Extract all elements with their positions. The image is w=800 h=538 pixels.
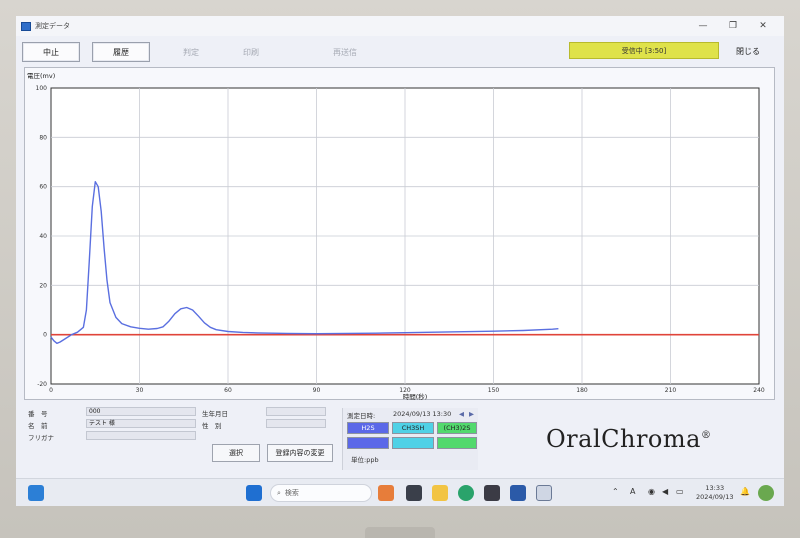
copilot-tray-icon[interactable] [758,485,774,501]
battery-icon[interactable]: ▭ [676,487,684,496]
y-tick-label: 0 [43,332,47,339]
next-measurement-icon[interactable]: ▶ [469,410,474,418]
file-explorer-icon[interactable] [432,485,448,501]
store-icon[interactable] [484,485,500,501]
logo-text: OralChroma [546,425,701,453]
stop-button[interactable]: 中止 [22,42,80,62]
x-tick-label: 210 [665,387,677,394]
x-tick-label: 240 [753,387,765,394]
search-placeholder: 検索 [284,489,299,497]
close-window-icon[interactable]: ✕ [748,16,778,36]
window-controls: — ❐ ✕ [688,16,778,36]
birth-field [266,407,326,416]
oralchroma-app-icon[interactable] [536,485,552,501]
history-button[interactable]: 履歴 [92,42,150,62]
start-icon[interactable] [246,485,262,501]
outlook-icon[interactable] [510,485,526,501]
close-button[interactable]: 閉じる [728,42,768,60]
copilot-icon[interactable] [378,485,394,501]
print-button[interactable]: 印刷 [222,42,280,62]
y-tick-label: 100 [36,85,48,92]
widgets-icon[interactable] [28,485,44,501]
oralchroma-logo: OralChroma® [546,425,711,453]
clock-time: 13:33 [705,484,725,492]
judge-button[interactable]: 判定 [162,42,220,62]
furigana-label: フリガナ [28,434,54,442]
gas-ch3sh-value [392,437,434,449]
gas-ch32s-value [437,437,477,449]
birth-label: 生年月日 [202,410,228,418]
ime-indicator[interactable]: A [630,487,635,496]
clock[interactable]: 13:33 2024/09/13 [696,484,733,502]
receiving-status: 受信中 [3:50] [569,42,719,59]
taskbar: ⌕ 検索 ⌃ A ◉ ◀ ▭ 13:33 2024/09/13 🔔 [16,478,784,506]
volume-icon[interactable]: ◀ [662,487,668,496]
gas-ch32s-label: (CH3)2S [437,422,477,434]
sex-label: 性 別 [202,422,222,430]
x-tick-label: 30 [136,387,144,394]
x-axis-label: 時間(秒) [403,392,428,401]
gas-ch3sh-label: CH3SH [392,422,434,434]
screen: 測定データ — ❐ ✕ 中止 履歴 判定 印刷 再送信 受信中 [3:50] 閉… [16,16,784,506]
voltage-chart: -200204060801000 30 60 90 120 150 180 210 240電圧(… [27,72,765,401]
edge-icon[interactable] [458,485,474,501]
notification-bell-icon[interactable]: 🔔 [740,487,750,496]
tray-chevron-icon[interactable]: ⌃ [612,487,619,496]
taskbar-search[interactable]: ⌕ 検索 [270,484,372,502]
search-icon: ⌕ [277,488,281,497]
x-tick-label: 150 [488,387,500,394]
wifi-icon[interactable]: ◉ [648,487,655,496]
title-bar: 測定データ — ❐ ✕ [16,16,784,36]
y-tick-label: 80 [39,134,47,141]
y-tick-label: -20 [37,381,47,388]
select-button[interactable]: 選択 [212,444,260,462]
furigana-field [86,431,196,440]
window-title: 測定データ [35,22,70,30]
resend-button[interactable]: 再送信 [316,42,374,62]
edit-registration-button[interactable]: 登録内容の変更 [267,444,333,462]
maximize-icon[interactable]: ❐ [718,16,748,36]
clock-date: 2024/09/13 [696,493,734,501]
x-tick-label: 180 [576,387,588,394]
gas-h2s-label: H2S [347,422,389,434]
measurement-date-label: 測定日時: [347,412,376,420]
task-view-icon[interactable] [406,485,422,501]
unit-label: 単位:ppb [351,456,379,464]
y-tick-label: 20 [39,282,47,289]
measurement-box: 測定日時: 2024/09/13 13:30 ◀ ▶ H2S CH3SH (CH… [342,408,478,470]
x-tick-label: 90 [313,387,321,394]
logo-mark: ® [700,430,712,441]
name-field: テスト 様 [86,419,196,428]
minimize-icon[interactable]: — [688,16,718,36]
number-label: 番 号 [28,410,48,418]
x-tick-label: 0 [49,387,53,394]
y-axis-label: 電圧(mv) [27,72,55,80]
name-label: 名 前 [28,422,48,430]
measurement-date: 2024/09/13 13:30 [393,410,452,418]
sex-field [266,419,326,428]
number-field: 000 [86,407,196,416]
y-tick-label: 40 [39,233,47,240]
gas-h2s-value [347,437,389,449]
app-icon [21,21,31,31]
prev-measurement-icon[interactable]: ◀ [459,410,464,418]
chart-panel: -20 0 20 40 60 80 100 0 30 60 90 120 150 180 210 240 電圧(… [24,67,775,401]
x-tick-label: 60 [224,387,232,394]
monitor-stand [365,527,435,538]
info-panel: 番 号 000 名 前 テスト 様 フリガナ 生年月日 性 別 選択 登録内容の… [24,402,775,478]
y-tick-label: 60 [39,184,47,191]
